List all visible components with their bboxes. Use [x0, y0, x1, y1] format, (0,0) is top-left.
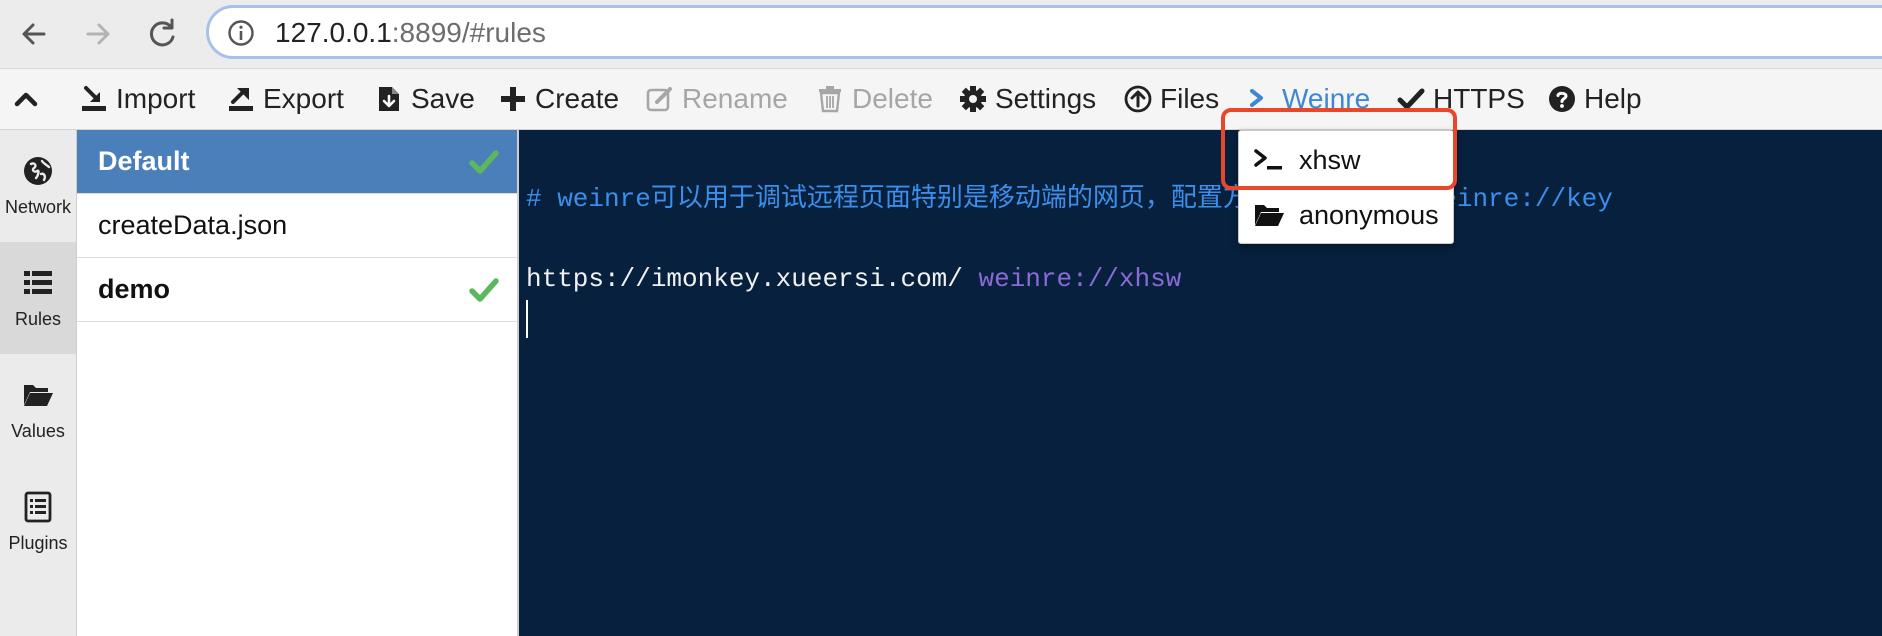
menu-item-label: anonymous [1299, 199, 1439, 230]
gear-icon [960, 86, 986, 112]
rule-name: demo [98, 274, 171, 304]
import-icon [82, 86, 106, 111]
text-cursor [526, 300, 528, 338]
nav-label-network: Network [4, 196, 71, 217]
rename-label: Rename [682, 83, 788, 114]
address-bar[interactable]: 127.0.0.1:8899/#rules [206, 5, 1882, 59]
url-text: 127.0.0.1:8899/#rules [275, 18, 546, 48]
arrow-right-icon [86, 23, 110, 45]
question-circle-icon [1549, 86, 1575, 112]
forward-button[interactable] [78, 14, 118, 54]
nav-label-plugins: Plugins [8, 532, 68, 553]
nav-item-values[interactable]: Values [0, 354, 76, 466]
rule-protocol: weinre://xhsw [978, 264, 1182, 294]
rename-button[interactable]: Rename [646, 69, 788, 129]
export-label: Export [263, 83, 344, 114]
upload-circle-icon [1124, 85, 1152, 113]
collapse-toggle[interactable] [12, 69, 48, 129]
globe-icon [24, 156, 52, 185]
url-host: 127.0.0.1 [275, 17, 392, 48]
create-label: Create [535, 83, 620, 114]
arrow-left-icon [22, 23, 46, 45]
reload-icon [149, 18, 175, 47]
help-label: Help [1584, 83, 1642, 114]
trash-icon [819, 86, 841, 113]
browser-toolbar: 127.0.0.1:8899/#rules [0, 0, 1882, 69]
annotation-highlight-box [1221, 108, 1457, 190]
check-icon [469, 150, 499, 174]
check-icon [469, 278, 499, 302]
nav-label-values: Values [11, 420, 65, 441]
info-icon[interactable] [227, 19, 255, 47]
delete-label: Delete [852, 83, 933, 114]
nav-label-rules: Rules [14, 308, 62, 329]
app-toolbar: Import Export Save Create Rename Delete … [0, 69, 1882, 130]
editor-rule-line: https://imonkey.xueersi.com/ weinre://xh… [526, 264, 1181, 294]
import-label: Import [116, 83, 196, 114]
rule-item-createdata[interactable]: createData.json [77, 194, 517, 258]
rule-item-demo[interactable]: demo [77, 258, 517, 322]
side-navigation: Network Rules Values Plugins [0, 130, 77, 636]
rule-list: Default createData.json demo [77, 130, 519, 636]
save-button[interactable]: Save [375, 69, 475, 129]
help-button[interactable]: Help [1548, 69, 1642, 129]
back-button[interactable] [14, 14, 54, 54]
edit-icon [646, 87, 672, 112]
rule-url: https://imonkey.xueersi.com/ [526, 264, 963, 294]
nav-item-plugins[interactable]: Plugins [0, 466, 76, 578]
plus-icon [501, 87, 525, 111]
rule-name: Default [98, 146, 190, 176]
import-button[interactable]: Import [80, 69, 195, 129]
export-button[interactable]: Export [227, 69, 344, 129]
settings-label: Settings [995, 83, 1097, 114]
rule-name: createData.json [98, 210, 288, 240]
url-path: :8899/#rules [391, 17, 546, 48]
document-list-icon [24, 491, 52, 522]
list-icon [24, 270, 52, 294]
nav-item-rules[interactable]: Rules [0, 242, 76, 354]
menu-item-anonymous[interactable]: anonymous [1239, 188, 1453, 242]
files-label: Files [1160, 83, 1220, 114]
nav-item-network[interactable]: Network [0, 130, 76, 242]
folder-open-icon [24, 384, 53, 406]
delete-button[interactable]: Delete [816, 69, 933, 129]
folder-open-icon [1255, 205, 1284, 226]
settings-button[interactable]: Settings [959, 69, 1096, 129]
rule-item-default[interactable]: Default [77, 130, 517, 194]
rule-editor[interactable]: # weinre可以用于调试远程页面特别是移动端的网页，配置方式：pattern… [519, 130, 1882, 636]
create-button[interactable]: Create [499, 69, 619, 129]
chevron-up-icon [14, 92, 38, 107]
save-file-icon [379, 87, 399, 111]
reload-button[interactable] [142, 14, 182, 54]
save-label: Save [411, 83, 475, 114]
files-button[interactable]: Files [1124, 69, 1219, 129]
export-icon [229, 88, 253, 111]
